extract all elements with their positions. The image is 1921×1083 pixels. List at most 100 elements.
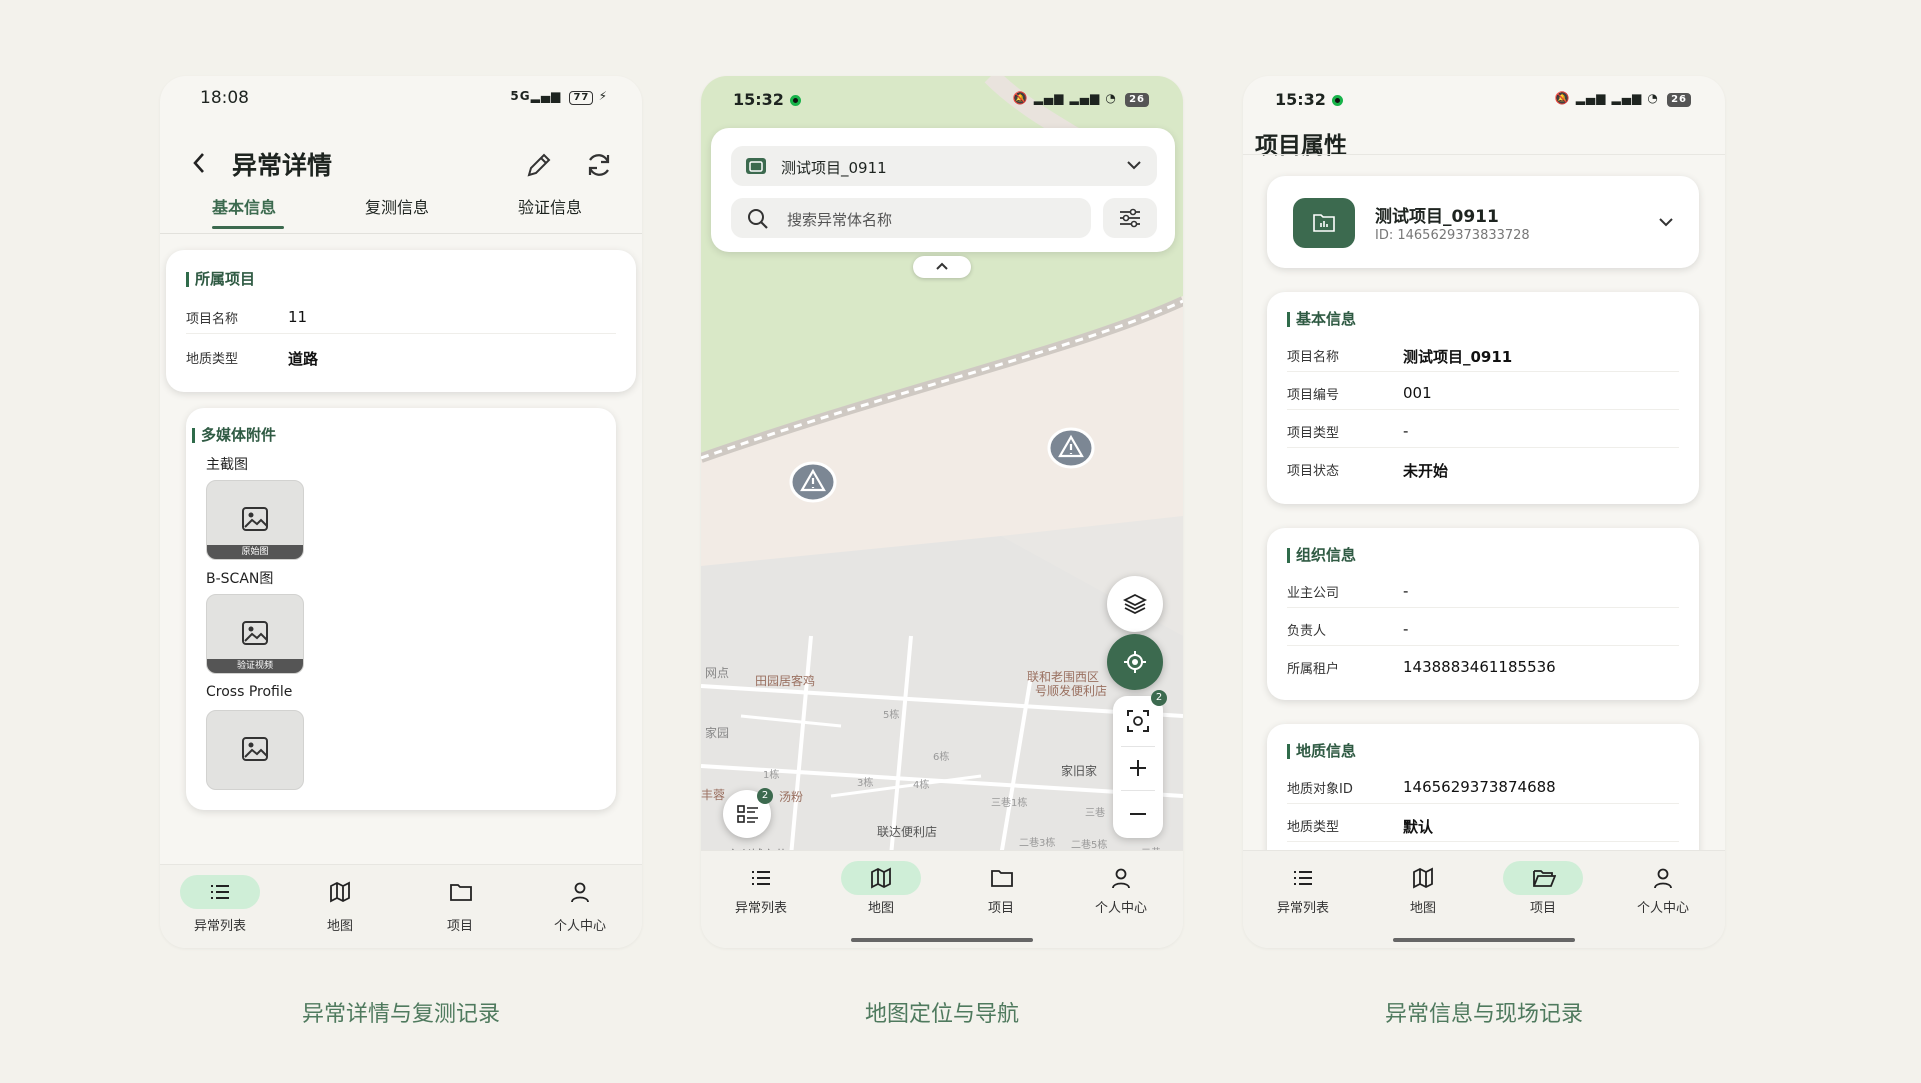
map-label: 三巷 [1085,808,1105,819]
map-label: 6栋 [933,752,950,763]
search-input[interactable]: 搜索异常体名称 [731,198,1091,238]
nav-profile[interactable]: 个人中心 [1061,861,1181,916]
nav-anomaly-list[interactable]: 异常列表 [160,875,280,934]
map-label: 号顺发便利店 [1035,684,1108,698]
media-thumbnail[interactable]: 验证视频 [206,594,304,674]
image-icon [242,737,268,761]
nav-label: 项目 [987,901,1014,916]
project-selector-value: 测试项目_0911 [781,159,887,177]
list-icon [721,861,801,895]
info-row: 地质对象ID 1465629373874688 [1287,766,1679,804]
media-thumbnail[interactable] [206,710,304,790]
row-value: - [1403,582,1409,600]
media-label: B-SCAN图 [206,571,274,587]
user-icon [540,875,620,909]
nav-profile[interactable]: 个人中心 [1603,861,1723,916]
collapse-handle[interactable] [913,256,971,278]
nav-map[interactable]: 地图 [280,875,400,934]
locate-button[interactable] [1107,634,1163,690]
nav-profile[interactable]: 个人中心 [520,875,640,934]
nav-label: 异常列表 [1276,901,1329,916]
anomaly-marker-icon[interactable] [1047,426,1095,470]
anomaly-marker-icon[interactable] [789,460,837,504]
info-row: 项目名称 11 [186,296,616,334]
map-label: 二巷3栋 [1019,838,1056,849]
info-row: 项目类型 - [1287,410,1679,448]
zoom-in-icon[interactable] [1128,758,1148,778]
chevron-down-icon [1659,218,1673,227]
row-value: - [1403,620,1409,638]
nav-label: 异常列表 [734,901,787,916]
nav-label: 项目 [1529,901,1556,916]
nav-map[interactable]: 地图 [821,861,941,916]
row-key: 地质类型 [1287,820,1340,835]
project-avatar [1293,198,1355,248]
nav-label: 地图 [867,901,894,916]
row-value: 11 [288,308,308,326]
search-placeholder: 搜索异常体名称 [787,211,893,229]
layers-button[interactable] [1107,576,1163,632]
nav-map[interactable]: 地图 [1363,861,1483,916]
battery-icon: 77 [569,91,594,105]
project-selector-card[interactable]: 测试项目_0911 ID: 1465629373833728 [1267,176,1699,268]
nav-project[interactable]: 项目 [941,861,1061,916]
map-tool-stack: 2 [1113,690,1167,838]
nav-project[interactable]: 项目 [400,875,520,934]
user-icon [1623,861,1703,895]
row-key: 业主公司 [1287,586,1340,601]
nav-label: 个人中心 [553,919,606,934]
row-value: 1465629373874688 [1403,778,1556,796]
refresh-icon[interactable] [584,150,614,180]
layers-icon [1123,593,1147,615]
row-key: 负责人 [1287,624,1327,639]
map-label: 网点 [705,666,730,680]
section-title-project: 所属项目 [186,272,255,287]
map-label: 5栋 [883,710,900,721]
info-row: 项目状态 未开始 [1287,448,1679,486]
nav-label: 项目 [446,919,473,934]
org-info-card: 组织信息 业主公司 - 负责人 - 所属租户 1438883461185536 [1267,528,1699,700]
map-label: 家旧家 [1061,764,1098,778]
section-title-org: 组织信息 [1287,548,1356,563]
user-icon [1081,861,1161,895]
map-label: 二巷5栋 [1071,840,1108,851]
bottom-nav: 异常列表 地图 项目 个人中心 [160,864,642,948]
info-row: 负责人 - [1287,608,1679,646]
status-time: 15:32 [1275,90,1343,109]
project-name: 测试项目_0911 [1375,207,1499,227]
map-label: 三巷1栋 [991,798,1028,809]
map-label: 田园居客鸡 [755,674,816,688]
nav-project[interactable]: 项目 [1483,861,1603,916]
tab-retest-info[interactable]: 复测信息 [365,194,429,218]
phone-map: 田园居客鸡 联和老围西区 号顺发便利店 家旧家 联达便利店 网点 家园 5栋 6… [701,76,1183,948]
scan-icon[interactable] [1127,710,1149,732]
map-icon [300,875,380,909]
locate-icon [1124,651,1146,673]
info-row: 项目编号 001 [1287,372,1679,410]
edit-icon[interactable] [524,150,554,180]
map-search-panel: 测试项目_0911 搜索异常体名称 [711,128,1175,252]
media-label: Cross Profile [206,684,293,700]
nav-anomaly-list[interactable]: 异常列表 [701,861,821,916]
project-id: ID: 1465629373833728 [1375,228,1530,243]
project-selector[interactable]: 测试项目_0911 [731,146,1157,186]
row-key: 所属租户 [1287,662,1340,677]
media-thumbnail[interactable]: 原始图 [206,480,304,560]
row-key: 地质类型 [186,352,239,367]
tab-basic-info[interactable]: 基本信息 [212,194,276,218]
image-icon [242,507,268,531]
info-row: 项目名称 测试项目_0911 [1287,334,1679,372]
row-value: 未开始 [1403,462,1449,480]
row-key: 地质对象ID [1287,782,1353,797]
battery-icon: 26 [1125,93,1149,107]
list-toggle-button[interactable]: 2 [723,788,773,838]
row-value: 道路 [288,350,319,368]
status-bar: 18:08 5G▂▄▆ 77 ⚡ [160,76,642,118]
tab-verify-info[interactable]: 验证信息 [518,194,582,218]
zoom-out-icon[interactable] [1128,804,1148,824]
project-folder-icon [746,158,766,174]
back-icon[interactable] [192,152,206,174]
nav-anomaly-list[interactable]: 异常列表 [1243,861,1363,916]
recording-dot-icon [1331,95,1343,106]
filter-button[interactable] [1103,198,1157,238]
